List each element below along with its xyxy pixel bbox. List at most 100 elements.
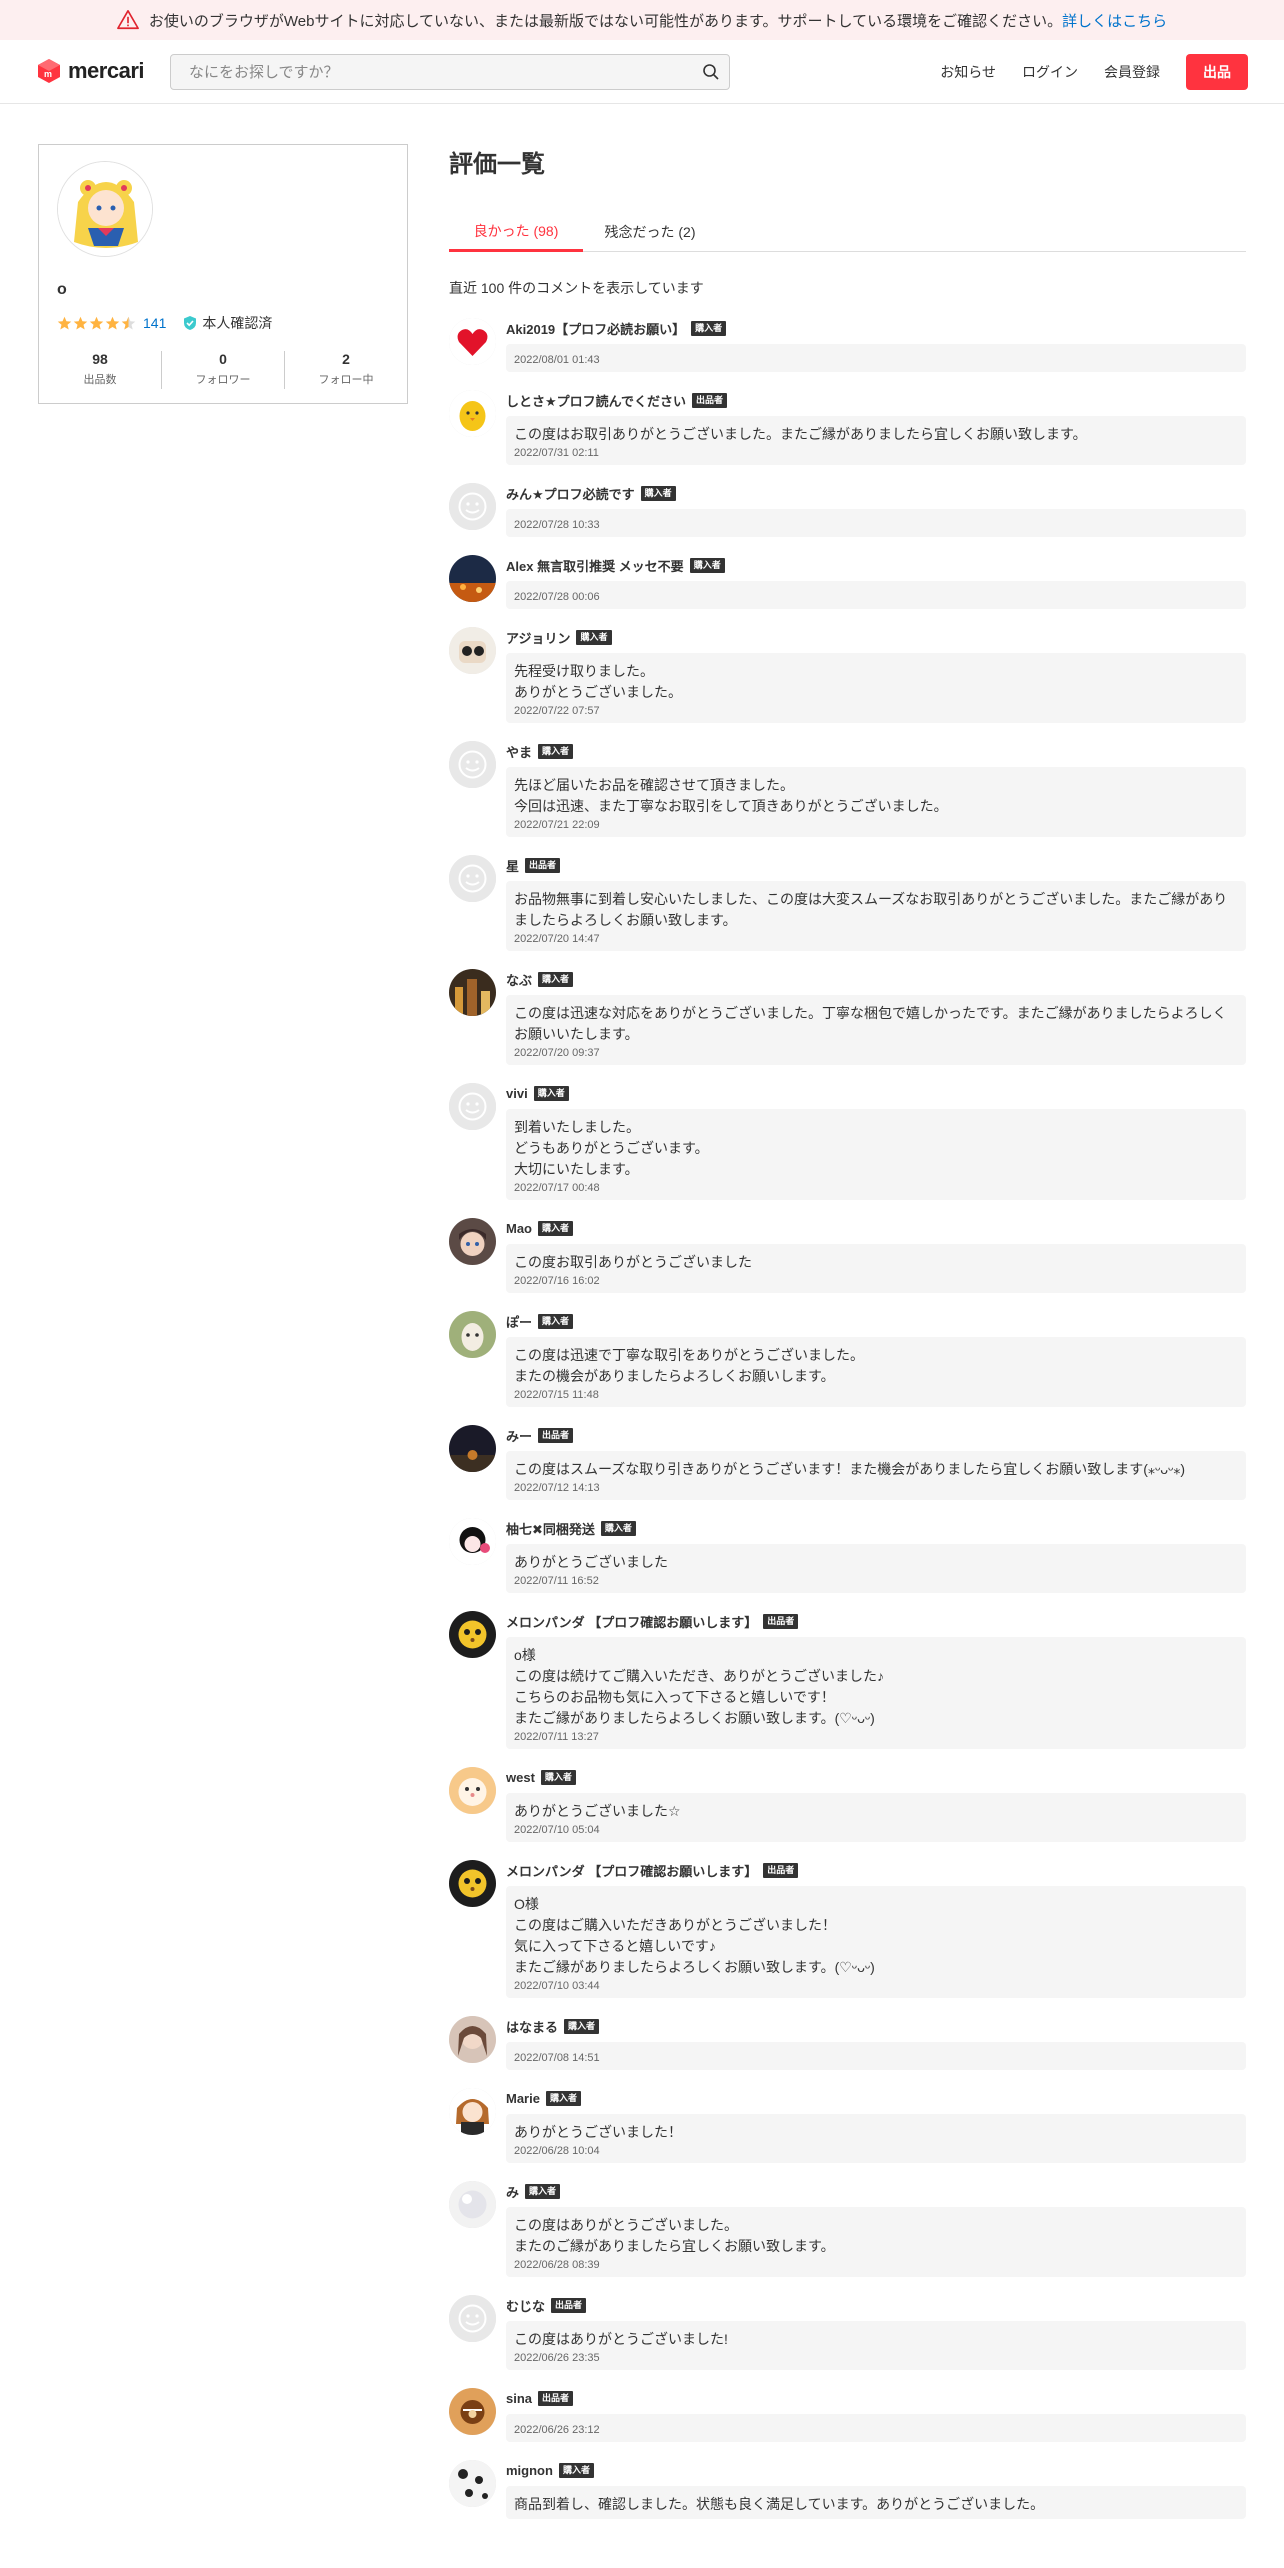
reviewer-name[interactable]: みー	[506, 1426, 532, 1445]
reviewer-avatar[interactable]	[449, 555, 496, 602]
reviewer-avatar[interactable]	[449, 483, 496, 530]
profile-name: o	[57, 281, 67, 298]
review-meta: むじな 出品者	[506, 2295, 1246, 2315]
review-text: ありがとうございました☆	[514, 1803, 681, 1819]
reviewer-avatar[interactable]	[449, 627, 496, 674]
review-date: 2022/07/20 09:37	[514, 1047, 600, 1059]
reviewer-avatar[interactable]	[449, 2460, 496, 2507]
reviewer-name[interactable]: みん★プロフ必読です	[506, 484, 635, 503]
reviewer-name[interactable]: Alex 無言取引推奨 メッセ不要	[506, 556, 684, 575]
reviewer-avatar[interactable]	[449, 2295, 496, 2342]
reviewer-avatar[interactable]	[449, 1311, 496, 1358]
reviewer-avatar[interactable]	[449, 318, 496, 365]
reviewer-avatar[interactable]	[449, 2388, 496, 2435]
review-bubble: この度はスムーズな取り引きありがとうございます！また機会がありましたら宜しくお願…	[506, 1451, 1246, 1500]
signup-link[interactable]: 会員登録	[1104, 62, 1160, 82]
reviewer-name[interactable]: west	[506, 1770, 535, 1785]
review-body: みん★プロフ必読です 購入者 2022/07/28 10:33	[506, 483, 1246, 537]
review-bubble: この度はありがとうございました! 2022/06/26 23:35	[506, 2321, 1246, 2370]
reviewer-name[interactable]: メロンパンダ 【プロフ確認お願いします】	[506, 1612, 757, 1631]
tab-good[interactable]: 良かった (98)	[449, 212, 583, 252]
stat-label: 出品数	[83, 374, 117, 386]
reviewer-avatar[interactable]	[449, 1860, 496, 1907]
reviewer-name[interactable]: mignon	[506, 2463, 553, 2478]
page-title: 評価一覧	[449, 151, 545, 178]
mercari-logo[interactable]: m mercari	[36, 58, 145, 84]
news-link[interactable]: お知らせ	[940, 62, 996, 82]
tab-bad[interactable]: 残念だった (2)	[583, 212, 717, 252]
review-item: Mao 購入者 この度お取引ありがとうございました 2022/07/16 16:02	[449, 1218, 1246, 1293]
stat-followers[interactable]: 0 フォロワー	[161, 351, 284, 389]
reviewer-name[interactable]: 柚七✖︎同梱発送	[506, 1519, 595, 1538]
profile-avatar[interactable]	[57, 161, 153, 257]
reviewer-avatar[interactable]	[449, 1425, 496, 1472]
review-date: 2022/07/10 05:04	[514, 1824, 600, 1836]
login-link[interactable]: ログイン	[1022, 62, 1078, 82]
sell-button[interactable]: 出品	[1186, 54, 1248, 90]
review-body: なぶ 購入者 この度は迅速な対応をありがとうございました。丁寧な梱包で嬉しかったです…	[506, 969, 1246, 1065]
review-item: しとさ★プロフ読んでください 出品者 この度はお取引ありがとうございました。またご縁…	[449, 390, 1246, 465]
reviewer-name[interactable]: メロンパンダ 【プロフ確認お願いします】	[506, 1861, 757, 1880]
stat-following[interactable]: 2 フォロー中	[284, 351, 407, 389]
review-body: みー 出品者 この度はスムーズな取り引きありがとうございます！また機会がありましたら…	[506, 1425, 1246, 1500]
reviewer-name[interactable]: Mao	[506, 1221, 532, 1236]
reviewer-avatar[interactable]	[449, 2016, 496, 2063]
review-text: ありがとうございました	[514, 1554, 668, 1570]
reviewer-name[interactable]: むじな	[506, 2296, 545, 2315]
reviewer-avatar[interactable]	[449, 969, 496, 1016]
review-text: o様 この度は続けてご購入いただき、ありがとうございました♪ こちらのお品物も気…	[514, 1647, 885, 1726]
reviewer-avatar[interactable]	[449, 1083, 496, 1130]
reviewer-avatar[interactable]	[449, 390, 496, 437]
reviewer-avatar[interactable]	[449, 855, 496, 902]
reviewer-name[interactable]: なぶ	[506, 970, 532, 989]
search-box[interactable]	[170, 54, 730, 90]
role-badge: 購入者	[540, 1769, 576, 1785]
reviewer-name[interactable]: やま	[506, 742, 532, 761]
reviewer-avatar[interactable]	[449, 2181, 496, 2228]
reviewer-name[interactable]: sina	[506, 2391, 532, 2406]
reviewer-name[interactable]: vivi	[506, 1086, 528, 1101]
warning-details-link[interactable]: 詳しくはこちら	[1062, 10, 1167, 31]
stat-listings[interactable]: 98 出品数	[39, 351, 161, 389]
review-body: Mao 購入者 この度お取引ありがとうございました 2022/07/16 16:02	[506, 1218, 1246, 1293]
review-item: メロンパンダ 【プロフ確認お願いします】 出品者 o様 この度は続けてご購入いただき…	[449, 1611, 1246, 1749]
reviewer-name[interactable]: Aki2019【プロフ必読お願い】	[506, 319, 685, 338]
role-badge: 出品者	[692, 392, 728, 408]
review-bubble: 商品到着し、確認しました。状態も良く満足しています。ありがとうございました。	[506, 2486, 1246, 2519]
role-badge: 購入者	[545, 2090, 581, 2106]
reviewer-name[interactable]: ぽー	[506, 1312, 532, 1331]
review-date: 2022/07/11 16:52	[514, 1575, 599, 1587]
reviewer-avatar[interactable]	[449, 2088, 496, 2135]
reviewer-name[interactable]: はなまる	[506, 2017, 558, 2036]
reviewer-avatar[interactable]	[449, 1218, 496, 1265]
review-item: ぽー 購入者 この度は迅速で丁寧な取引をありがとうございました。 またの機会がありま…	[449, 1311, 1246, 1407]
search-icon[interactable]	[693, 55, 729, 89]
reviewer-name[interactable]: Marie	[506, 2091, 540, 2106]
review-meta: やま 購入者	[506, 741, 1246, 761]
review-meta: Aki2019【プロフ必読お願い】 購入者	[506, 318, 1246, 338]
reviewer-avatar[interactable]	[449, 1767, 496, 1814]
review-text: 先ほど届いたお品を確認させて頂きました。 今回は迅速、また丁寧なお取引をして頂き…	[514, 777, 948, 814]
review-bubble: 2022/08/01 01:43	[506, 344, 1246, 372]
reviewer-avatar[interactable]	[449, 1611, 496, 1658]
reviewer-avatar[interactable]	[449, 741, 496, 788]
reviewer-name[interactable]: 星	[506, 856, 519, 875]
review-text: この度は迅速な対応をありがとうございました。丁寧な梱包で嬉しかったです。またご縁…	[514, 1005, 1227, 1042]
search-input[interactable]	[171, 55, 693, 89]
review-list: Aki2019【プロフ必読お願い】 購入者 2022/08/01 01:43 しとさ★…	[449, 318, 1246, 2537]
review-date: 2022/07/20 14:47	[514, 933, 600, 945]
recent-comments-note: 直近 100 件のコメントを表示しています	[449, 280, 704, 296]
review-meta: vivi 購入者	[506, 1083, 1246, 1103]
reviewer-name[interactable]: しとさ★プロフ読んでください	[506, 391, 686, 410]
review-date: 2022/07/22 07:57	[514, 705, 600, 717]
reviewer-name[interactable]: み	[506, 2182, 519, 2201]
review-bubble: この度お取引ありがとうございました 2022/07/16 16:02	[506, 1244, 1246, 1293]
role-badge: 出品者	[538, 2390, 574, 2406]
rating-count-link[interactable]: 141	[143, 315, 166, 331]
role-badge: 出品者	[525, 857, 561, 873]
review-item: sina 出品者 2022/06/26 23:12	[449, 2388, 1246, 2442]
star-icon	[57, 316, 72, 329]
review-item: Alex 無言取引推奨 メッセ不要 購入者 2022/07/28 00:06	[449, 555, 1246, 609]
reviewer-name[interactable]: アジョリン	[506, 628, 570, 647]
reviewer-avatar[interactable]	[449, 1518, 496, 1565]
